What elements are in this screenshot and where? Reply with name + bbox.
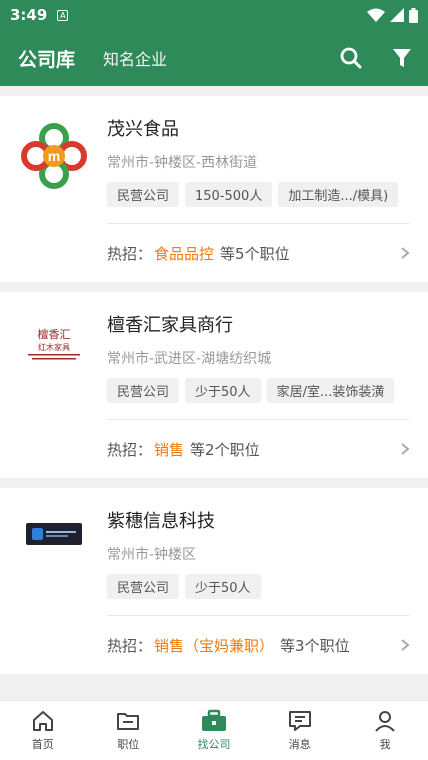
company-name: 紫穗信息科技 — [107, 511, 215, 532]
svg-text:檀香汇: 檀香汇 — [37, 327, 70, 341]
company-card[interactable]: m 茂兴食品 常州市-钟楼区-西林街道 民营公司 150-500人 加工制造..… — [0, 96, 428, 282]
folder-icon — [117, 713, 140, 730]
company-card[interactable]: 紫穗信息科技 常州市-钟楼区 民营公司 少于50人 热招： 销售（宝妈兼职） 等… — [0, 488, 428, 674]
company-size-tag: 少于50人 — [185, 378, 261, 403]
company-type-tag: 民营公司 — [107, 182, 180, 207]
company-list: m 茂兴食品 常州市-钟楼区-西林街道 民营公司 150-500人 加工制造..… — [0, 86, 428, 700]
filter-icon[interactable] — [392, 47, 412, 69]
tab-home[interactable]: 首页 — [0, 701, 86, 760]
hot-jobs-count: 等5个职位 — [220, 244, 290, 263]
company-name: 檀香汇家具商行 — [107, 315, 233, 336]
tab-label: 找公司 — [197, 738, 231, 751]
hot-jobs-row[interactable]: 热招： 销售（宝妈兼职） 等3个职位 — [107, 616, 410, 674]
hot-jobs-count: 等3个职位 — [280, 636, 350, 655]
company-industry-tag: 家居/室...装饰装潢 — [266, 378, 395, 403]
battery-icon — [409, 7, 418, 23]
tab-label: 职位 — [117, 738, 140, 751]
company-address: 常州市-钟楼区-西林街道 — [107, 155, 258, 171]
hot-jobs-row[interactable]: 热招： 食品品控 等5个职位 — [107, 224, 410, 282]
page-title[interactable]: 公司库 — [18, 45, 75, 72]
tab-messages[interactable]: 消息 — [257, 701, 343, 760]
hot-job-title: 销售 — [154, 440, 185, 459]
tanxianghui-logo: 檀香汇 红木家具 — [23, 324, 84, 364]
company-size-tag: 150-500人 — [185, 182, 273, 207]
status-bar: 3:49 A — [0, 0, 428, 30]
tab-label: 首页 — [31, 738, 54, 751]
cell-signal-icon — [390, 8, 404, 22]
hot-job-title: 食品品控 — [154, 244, 215, 263]
company-type-tag: 民营公司 — [107, 574, 180, 599]
chevron-right-icon — [401, 639, 410, 651]
company-card[interactable]: 檀香汇 红木家具 檀香汇家具商行 常州市-武进区-湖塘纺织城 民营公司 少于50… — [0, 292, 428, 478]
message-icon — [288, 711, 311, 731]
hot-jobs-row[interactable]: 热招： 销售 等2个职位 — [107, 420, 410, 478]
hot-jobs-label: 热招： — [107, 244, 153, 263]
tab-label: 我 — [379, 738, 391, 751]
search-icon[interactable] — [340, 47, 362, 69]
chevron-right-icon — [401, 443, 410, 455]
svg-text:m: m — [47, 148, 59, 164]
hot-jobs-label: 热招： — [107, 636, 153, 655]
bottom-tab-bar: 首页 职位 找公司 消息 我 — [0, 700, 428, 760]
hot-job-title: 销售（宝妈兼职） — [154, 636, 275, 655]
app-bar: 公司库 知名企业 — [0, 30, 428, 86]
company-size-tag: 少于50人 — [185, 574, 261, 599]
tab-famous-companies[interactable]: 知名企业 — [103, 46, 167, 70]
hot-jobs-count: 等2个职位 — [190, 440, 260, 459]
chevron-right-icon — [401, 247, 410, 259]
briefcase-icon — [201, 709, 226, 731]
company-name: 茂兴食品 — [107, 119, 179, 140]
company-industry-tag: 加工制造.../模具) — [278, 182, 399, 207]
company-address: 常州市-钟楼区 — [107, 547, 197, 563]
hot-jobs-label: 热招： — [107, 440, 153, 459]
wifi-icon — [367, 8, 385, 22]
company-address: 常州市-武进区-湖塘纺织城 — [107, 351, 272, 367]
tab-label: 消息 — [288, 738, 311, 751]
tab-jobs[interactable]: 职位 — [86, 701, 172, 760]
home-icon — [32, 711, 53, 731]
svg-text:红木家具: 红木家具 — [38, 342, 70, 352]
tab-me[interactable]: 我 — [342, 701, 428, 760]
company-type-tag: 民营公司 — [107, 378, 180, 403]
zisui-logo — [25, 523, 82, 545]
status-time: 3:49 — [10, 6, 48, 24]
tab-find-company[interactable]: 找公司 — [171, 701, 257, 760]
sim-icon: A — [57, 9, 69, 21]
maoxing-logo: m — [20, 123, 87, 189]
person-icon — [375, 711, 395, 732]
